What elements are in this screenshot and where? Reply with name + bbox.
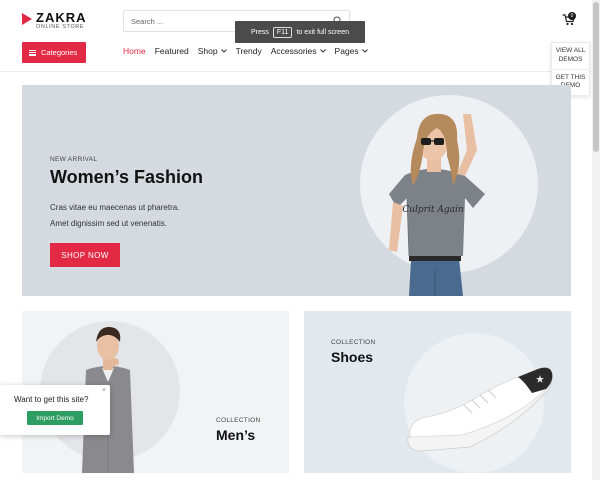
shop-now-button[interactable]: SHOP NOW	[50, 243, 120, 267]
hero-eyebrow: NEW ARRIVAL	[50, 156, 98, 163]
mens-eyebrow: COLLECTION	[216, 417, 261, 424]
toast-key: F11	[272, 26, 293, 38]
scrollbar-thumb[interactable]	[593, 2, 599, 152]
hero-description-line: Cras vitae eu maecenas ut pharetra.	[50, 203, 180, 212]
logo-title: ZAKRA	[36, 10, 87, 25]
nav-label: Home	[123, 46, 146, 56]
fullscreen-toast: Press F11 to exit full screen	[235, 21, 365, 43]
shoes-title: Shoes	[331, 349, 374, 365]
shirt-print: Culprit Again	[402, 205, 463, 215]
import-demo-button[interactable]: Import Demo	[27, 411, 83, 425]
logo-play-icon	[22, 13, 32, 25]
close-icon[interactable]: ×	[102, 387, 106, 394]
categories-label: Categories	[41, 48, 78, 57]
nav-label: Pages	[334, 46, 359, 56]
nav-label: Trendy	[235, 46, 262, 56]
shirt-print-text: Culprit Again	[402, 205, 463, 215]
hero-description-line: Amet dignissim sed ut venenatis.	[50, 219, 167, 228]
chevron-down-icon	[361, 49, 368, 53]
chevron-down-icon	[220, 49, 227, 53]
import-demo-popup: × Want to get this site? Import Demo	[0, 385, 110, 435]
toast-text-before: Press	[251, 28, 269, 36]
categories-button[interactable]: Categories	[22, 42, 86, 63]
toast-text-after: to exit full screen	[296, 28, 349, 36]
nav-item-home[interactable]: Home	[123, 46, 146, 56]
popup-text: Want to get this site?	[14, 395, 89, 404]
nav-item-trendy[interactable]: Trendy	[236, 46, 262, 56]
menu-icon	[29, 49, 36, 56]
nav-item-featured[interactable]: Featured	[155, 46, 189, 56]
shoes-collection-card[interactable]: COLLECTION Shoes	[304, 311, 571, 473]
nav-label: Shop	[197, 46, 218, 56]
chevron-down-icon	[319, 49, 326, 53]
mens-title: Men’s	[216, 427, 256, 443]
view-all-demos-link[interactable]: VIEW ALL DEMOS	[552, 43, 589, 69]
hero-banner: Culprit Again NEW ARRIVAL Women’s Fashio…	[22, 85, 571, 296]
nav-item-shop[interactable]: Shop	[198, 46, 227, 56]
hero-description: Cras vitae eu maecenas ut pharetra. Amet…	[50, 200, 270, 232]
cart-count-badge: 0	[568, 12, 576, 20]
shoes-eyebrow: COLLECTION	[331, 339, 376, 346]
site-logo[interactable]: ZAKRA ONLINE STORE	[22, 11, 87, 31]
hero-title: Women’s Fashion	[50, 167, 204, 187]
nav-item-pages[interactable]: Pages	[335, 46, 368, 56]
sneaker-image	[407, 367, 553, 452]
nav-item-accessories[interactable]: Accessories	[271, 46, 326, 56]
page-scrollbar[interactable]	[592, 0, 600, 480]
hero-model-image: Culprit Again	[389, 113, 485, 296]
main-nav: Home Featured Shop Trendy Accessories Pa…	[123, 46, 377, 56]
nav-label: Featured	[154, 46, 189, 56]
logo-subtitle: ONLINE STORE	[36, 24, 85, 30]
nav-label: Accessories	[270, 46, 317, 56]
